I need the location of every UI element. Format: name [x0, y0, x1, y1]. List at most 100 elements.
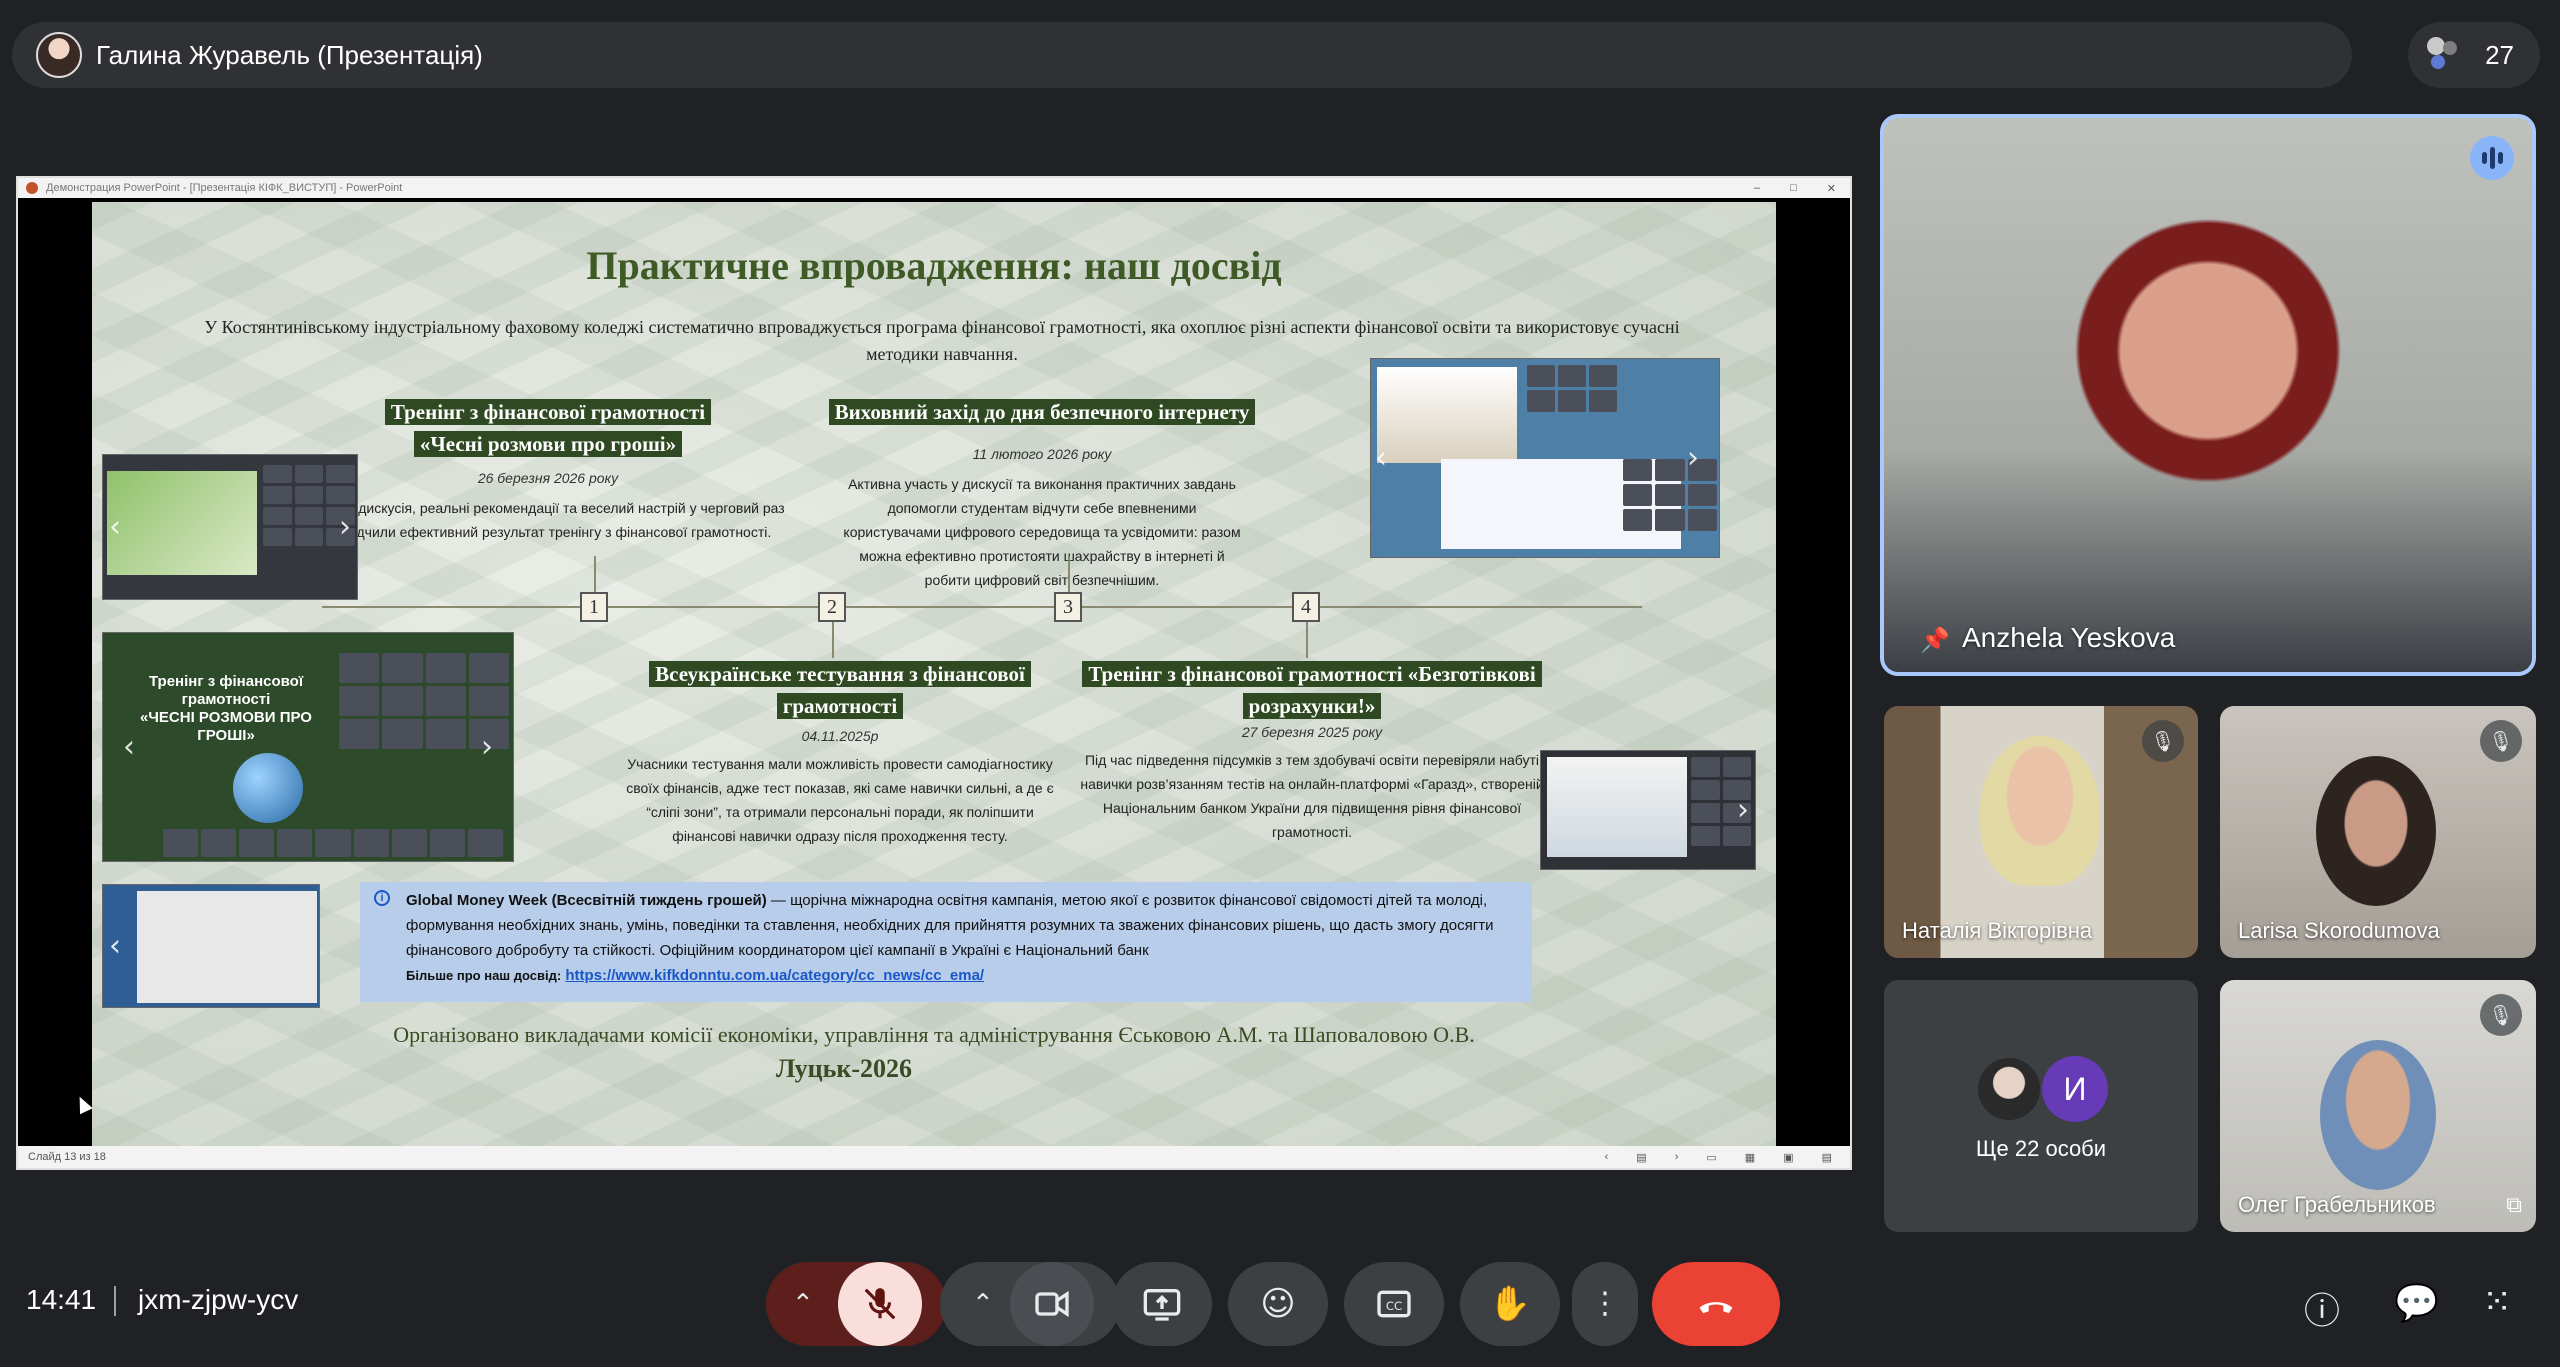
- timeline-number-3: 3: [1054, 592, 1082, 622]
- captions-icon: CC: [1377, 1290, 1411, 1318]
- participant-name-4: Олег Грабельников: [2238, 1192, 2436, 1217]
- mic-off-icon: 🎙: [2142, 720, 2184, 762]
- section-3-text: Учасники тестування мали можливість пров…: [626, 756, 1054, 844]
- info-icon[interactable]: ⓘ: [2304, 1282, 2340, 1334]
- section-1-title: Тренінг з фінансової грамотності «Чесні …: [288, 396, 808, 460]
- gallery-prev-icon[interactable]: ‹: [109, 929, 121, 964]
- clock: 14:41: [26, 1284, 97, 1315]
- gallery-next-icon[interactable]: ›: [339, 510, 351, 545]
- meeting-code: jxm-zjpw-ycv: [138, 1284, 299, 1315]
- slide-menu-icon[interactable]: ▤: [1636, 1151, 1646, 1164]
- camera-toggle-button[interactable]: [1010, 1262, 1094, 1346]
- section-3-date: 04.11.2025р: [801, 728, 879, 744]
- others-label: Ще 22 особи: [1975, 1136, 2107, 1161]
- chevron-up-icon: ⌃: [972, 1289, 994, 1319]
- photo-gallery-5[interactable]: ‹: [102, 884, 320, 1008]
- section-2-title: Виховний захід до дня безпечного інтерне…: [782, 396, 1302, 428]
- timeline-number-4: 4: [1292, 592, 1320, 622]
- raise-hand-button[interactable]: ✋: [1460, 1262, 1560, 1346]
- section-4-text: Під час підведення підсумків з тем здобу…: [1080, 752, 1544, 840]
- sorter-view-icon[interactable]: ▦: [1745, 1151, 1755, 1164]
- normal-view-icon[interactable]: ▭: [1706, 1151, 1716, 1164]
- powerpoint-icon: [26, 182, 38, 194]
- activities-icon[interactable]: ⁙: [2482, 1282, 2512, 1323]
- minimize-icon: –: [1754, 181, 1761, 194]
- participant-video: [1980, 736, 2100, 886]
- other-avatar-initial: И: [2042, 1056, 2108, 1122]
- gallery-slide-preview: [1547, 757, 1687, 857]
- photo-gallery-2[interactable]: Тренінг з фінансової грамотності «ЧЕСНІ Р…: [102, 632, 514, 862]
- gallery-prev-icon[interactable]: ‹: [1375, 441, 1387, 476]
- timeline-line: [322, 606, 1642, 608]
- video-icon: [1035, 1290, 1069, 1318]
- participant-tile-1[interactable]: 🎙 Наталія Вікторівна: [1884, 706, 2198, 958]
- gallery-next-icon[interactable]: ›: [481, 730, 493, 765]
- meet-window: Галина Журавель (Презентація) 27 Демонст…: [0, 0, 2560, 1367]
- captions-button[interactable]: CC: [1344, 1262, 1444, 1346]
- participants-icon: [2423, 33, 2467, 77]
- participant-tile-4[interactable]: 🎙 Олег Грабельников ⧉: [2220, 980, 2536, 1232]
- participant-name-2: Larisa Skorodumova: [2238, 918, 2440, 943]
- end-call-button[interactable]: [1652, 1262, 1780, 1346]
- reactions-button[interactable]: ☺: [1228, 1262, 1328, 1346]
- raise-hand-icon: ✋: [1488, 1284, 1532, 1324]
- close-icon: ✕: [1826, 182, 1836, 195]
- present-screen-icon: [1143, 1289, 1181, 1321]
- section-4-title: Тренінг з фінансової грамотності «Безгот…: [1072, 658, 1552, 722]
- main-speaker-tile[interactable]: 📌 Anzhela Yeskova: [1880, 114, 2536, 676]
- chat-icon[interactable]: 💬: [2394, 1282, 2439, 1324]
- divider: [114, 1286, 116, 1316]
- prev-slide-icon[interactable]: ‹: [1605, 1151, 1609, 1164]
- gallery-prev-icon[interactable]: ‹: [109, 510, 121, 545]
- gallery-caption: Тренінг з фінансової грамотності «ЧЕСНІ Р…: [140, 673, 312, 744]
- slideshow-view-icon[interactable]: ▤: [1822, 1151, 1832, 1164]
- others-tile[interactable]: И Ще 22 особи: [1884, 980, 2198, 1232]
- participants-button[interactable]: 27: [2408, 22, 2540, 88]
- info-icon: i: [374, 890, 390, 906]
- section-4-title-line2: розрахунки!»: [1242, 693, 1382, 719]
- main-speaker-name: Anzhela Yeskova: [1962, 622, 2176, 653]
- section-1-date: 26 березня 2026 року: [477, 470, 619, 486]
- gallery-tiles: [1527, 365, 1617, 412]
- presenter-label: Галина Журавель (Презентація): [96, 39, 483, 70]
- emoji-icon: ☺: [1260, 1284, 1296, 1324]
- picture-in-picture-icon[interactable]: ⧉: [2506, 1193, 2522, 1218]
- next-slide-icon[interactable]: ›: [1675, 1151, 1679, 1164]
- section-4-title-line1: Тренінг з фінансової грамотності «Безгот…: [1082, 661, 1542, 687]
- participant-count: 27: [2485, 39, 2514, 70]
- participant-video: [2316, 756, 2436, 906]
- present-screen-button[interactable]: [1112, 1262, 1212, 1346]
- pin-icon[interactable]: 📌: [1920, 626, 1950, 654]
- reading-view-icon[interactable]: ▣: [1783, 1151, 1793, 1164]
- photo-gallery-3[interactable]: ‹ ›: [1370, 358, 1720, 558]
- section-2-text: Активна участь у дискусії та виконання п…: [843, 476, 1241, 588]
- ppt-nav: ‹ ▤ › ▭ ▦ ▣ ▤: [1605, 1151, 1850, 1164]
- slide-footer: Організовано викладачами комісії економі…: [393, 1022, 1475, 1047]
- section-1-title-line1: Тренінг з фінансової грамотності: [384, 399, 712, 425]
- global-money-week-note: i Global Money Week (Всесвітній тиждень …: [360, 882, 1532, 1002]
- slide-counter: Слайд 13 из 18: [28, 1151, 106, 1163]
- svg-text:CC: CC: [1386, 1299, 1402, 1313]
- college-news-link[interactable]: https://www.kifkdonntu.com.ua/category/c…: [565, 967, 984, 984]
- participant-tile-2[interactable]: 🎙 Larisa Skorodumova: [2220, 706, 2536, 958]
- shared-screen: Демонстрация PowerPoint - [Презентація К…: [16, 176, 1852, 1170]
- photo-gallery-4[interactable]: ›: [1540, 750, 1756, 870]
- section-4-date: 27 березня 2025 року: [1241, 724, 1383, 740]
- speaking-indicator-icon: [2470, 136, 2514, 180]
- mic-off-icon: 🎙: [2480, 994, 2522, 1036]
- gallery-tiles: [1623, 459, 1717, 531]
- more-options-button[interactable]: ⋮: [1572, 1262, 1638, 1346]
- gallery-prev-icon[interactable]: ‹: [123, 730, 135, 765]
- presenter-bar[interactable]: Галина Журавель (Презентація): [12, 22, 2352, 88]
- timeline-connector: [832, 622, 834, 658]
- mic-toggle-button[interactable]: [838, 1262, 922, 1346]
- gallery-next-icon[interactable]: ›: [1687, 441, 1699, 476]
- timeline-number-1: 1: [580, 592, 608, 622]
- gallery-tiles: [163, 829, 503, 857]
- gallery-next-icon[interactable]: ›: [1737, 793, 1749, 828]
- other-avatar: [1976, 1056, 2042, 1122]
- gallery-slide-preview: [137, 891, 317, 1003]
- timeline-connector: [1306, 622, 1308, 658]
- info-more-label: Більше про наш досвід:: [406, 968, 562, 983]
- photo-gallery-1[interactable]: ‹ ›: [102, 454, 358, 600]
